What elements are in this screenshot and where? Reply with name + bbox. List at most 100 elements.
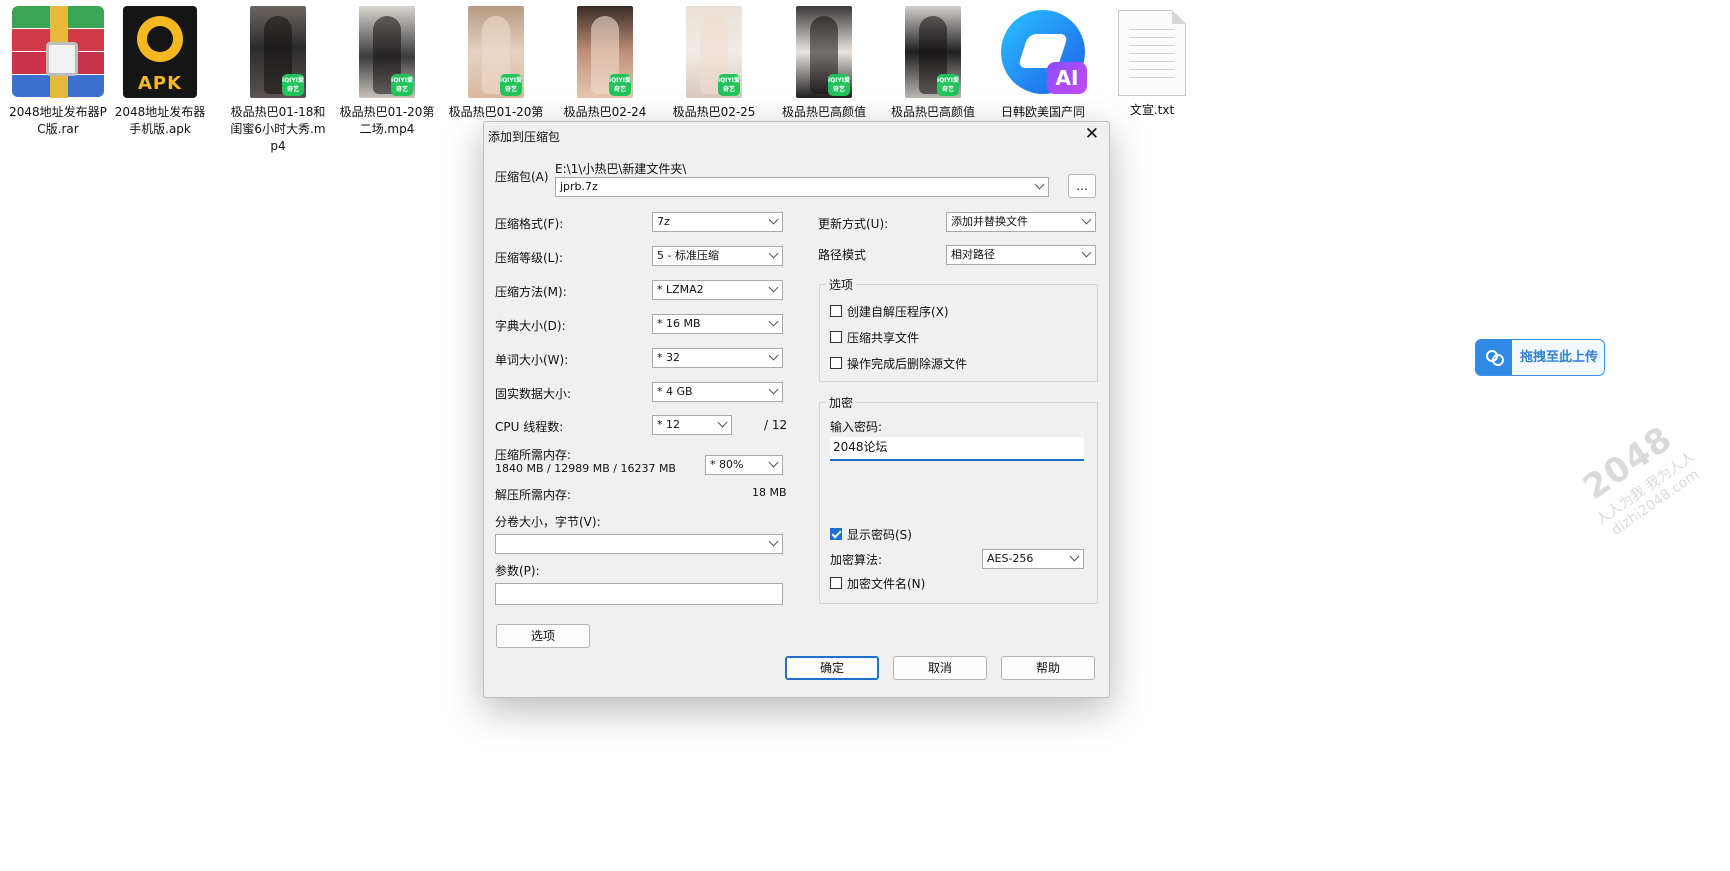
options-button[interactable]: 选项 xyxy=(496,624,590,648)
show-password-label: 显示密码(S) xyxy=(847,528,912,542)
archive-label: 压缩包(A) xyxy=(495,170,549,184)
file-video[interactable]: iQIYI爱奇艺 极品热巴01-20第一 xyxy=(446,6,546,138)
chevron-down-icon xyxy=(1081,247,1092,258)
chevron-down-icon xyxy=(768,536,779,547)
params-input[interactable] xyxy=(495,583,783,605)
file-label: 极品热巴01-20第二场.mp4 xyxy=(339,105,435,136)
sfx-label: 创建自解压程序(X) xyxy=(847,305,949,319)
apk-icon: APK xyxy=(123,6,197,98)
params-label: 参数(P): xyxy=(495,564,540,578)
solid-select[interactable]: * 4 GB xyxy=(652,382,783,402)
file-video[interactable]: iQIYI爱奇艺 极品热巴高颜值 xyxy=(883,6,983,121)
level-value: 5 - 标准压缩 xyxy=(657,249,719,262)
method-label: 压缩方法(M): xyxy=(495,285,567,299)
cpu-select[interactable]: * 12 xyxy=(652,415,732,435)
cpu-label: CPU 线程数: xyxy=(495,420,564,434)
chevron-down-icon xyxy=(768,384,779,395)
archive-name-combo[interactable]: jprb.7z xyxy=(555,177,1049,197)
mem-value: 1840 MB / 12989 MB / 16237 MB xyxy=(495,462,676,475)
video-thumbnail: iQIYI爱奇艺 xyxy=(250,6,306,98)
file-app[interactable]: AI 日韩欧美国产同 xyxy=(993,6,1093,121)
file-txt[interactable]: 文宣.txt xyxy=(1102,6,1202,119)
file-video[interactable]: iQIYI爱奇艺 极品热巴高颜值 xyxy=(774,6,874,121)
chevron-down-icon xyxy=(1081,214,1092,225)
text-file-icon xyxy=(1118,10,1186,96)
chevron-down-icon xyxy=(717,417,728,428)
chevron-down-icon xyxy=(1034,179,1045,190)
dict-label: 字典大小(D): xyxy=(495,319,566,333)
file-video[interactable]: iQIYI爱奇艺 极品热巴01-20第二场.mp4 xyxy=(337,6,437,138)
archive-name-value: jprb.7z xyxy=(560,180,598,193)
decomp-label: 解压所需内存: xyxy=(495,488,572,502)
cancel-button[interactable]: 取消 xyxy=(893,656,987,680)
delete-source-label: 操作完成后删除源文件 xyxy=(847,357,968,371)
update-select[interactable]: 添加并替换文件 xyxy=(946,212,1096,232)
apk-text: APK xyxy=(137,73,183,94)
file-video[interactable]: iQIYI爱奇艺 极品热巴02-24 xyxy=(555,6,655,121)
decomp-value: 18 MB xyxy=(752,486,787,499)
split-select[interactable] xyxy=(495,534,783,554)
file-video[interactable]: iQIYI爱奇艺 极品热巴01-18和闺蜜6小时大秀.mp4 xyxy=(228,6,328,155)
encrypt-names-checkbox[interactable] xyxy=(830,577,842,589)
encrypt-names-label: 加密文件名(N) xyxy=(847,577,926,591)
pathmode-select[interactable]: 相对路径 xyxy=(946,245,1096,265)
encryption-group-label: 加密 xyxy=(826,394,857,411)
mem-percent-select[interactable]: * 80% xyxy=(705,455,783,475)
iqiyi-icon: iQIYI爱奇艺 xyxy=(828,74,850,96)
file-label: 2048地址发布器PC版.rar xyxy=(9,105,107,136)
dict-select[interactable]: * 16 MB xyxy=(652,314,783,334)
mem-label: 压缩所需内存: xyxy=(495,448,572,462)
format-label: 压缩格式(F): xyxy=(495,217,564,231)
browse-button[interactable]: ... xyxy=(1068,174,1096,198)
file-apk[interactable]: APK 2048地址发布器手机版.apk xyxy=(110,6,210,138)
options-group: 选项 创建自解压程序(X) 压缩共享文件 操作完成后删除源文件 xyxy=(819,276,1098,382)
shared-label: 压缩共享文件 xyxy=(847,331,920,345)
level-label: 压缩等级(L): xyxy=(495,251,564,265)
cpu-total: / 12 xyxy=(764,418,788,432)
dialog-title: 添加到压缩包 xyxy=(488,130,561,144)
solid-label: 固实数据大小: xyxy=(495,387,572,401)
video-thumbnail: iQIYI爱奇艺 xyxy=(577,6,633,98)
dict-value: * 16 MB xyxy=(657,317,701,330)
method-select[interactable]: * LZMA2 xyxy=(652,280,783,300)
help-button[interactable]: 帮助 xyxy=(1001,656,1095,680)
video-thumbnail: iQIYI爱奇艺 xyxy=(468,6,524,98)
file-label: 极品热巴高颜值 xyxy=(890,105,975,119)
file-label: 极品热巴高颜值 xyxy=(781,105,866,119)
word-value: * 32 xyxy=(657,351,680,364)
iqiyi-icon: iQIYI爱奇艺 xyxy=(937,74,959,96)
cloud-upload-icon xyxy=(1476,340,1512,375)
enc-method-label: 加密算法: xyxy=(830,553,883,567)
file-video[interactable]: iQIYI爱奇艺 极品热巴02-25 xyxy=(664,6,764,121)
chevron-down-icon xyxy=(768,457,779,468)
ok-button[interactable]: 确定 xyxy=(785,656,879,680)
chevron-down-icon xyxy=(768,282,779,293)
archive-path: E:\1\小热巴\新建文件夹\ xyxy=(555,162,687,176)
chevron-down-icon xyxy=(768,214,779,225)
enc-method-value: AES-256 xyxy=(987,552,1034,565)
level-select[interactable]: 5 - 标准压缩 xyxy=(652,246,783,266)
show-password-checkbox[interactable] xyxy=(830,528,842,540)
format-select[interactable]: 7z xyxy=(652,212,783,232)
shared-checkbox[interactable] xyxy=(830,331,842,343)
watermark: 2048 人人为我 我为人人 dizhi2048.com xyxy=(1569,413,1708,542)
close-icon[interactable]: ✕ xyxy=(1085,124,1099,144)
delete-source-checkbox[interactable] xyxy=(830,357,842,369)
password-label: 输入密码: xyxy=(830,420,883,434)
update-label: 更新方式(U): xyxy=(818,217,889,231)
video-thumbnail: iQIYI爱奇艺 xyxy=(905,6,961,98)
password-input[interactable]: 2048论坛 xyxy=(830,437,1084,461)
encryption-group: 加密 输入密码: 2048论坛 显示密码(S) 加密算法: AES-256 加密… xyxy=(819,394,1098,604)
enc-method-select[interactable]: AES-256 xyxy=(982,549,1084,569)
solid-value: * 4 GB xyxy=(657,385,693,398)
sfx-checkbox[interactable] xyxy=(830,305,842,317)
file-label: 2048地址发布器手机版.apk xyxy=(114,105,206,136)
file-rar[interactable]: 2048地址发布器PC版.rar xyxy=(8,6,108,138)
chevron-down-icon xyxy=(768,248,779,259)
upload-label: 拖拽至此上传 xyxy=(1520,350,1599,365)
upload-drop-button[interactable]: 拖拽至此上传 xyxy=(1475,339,1605,376)
word-select[interactable]: * 32 xyxy=(652,348,783,368)
video-thumbnail: iQIYI爱奇艺 xyxy=(686,6,742,98)
file-label: 极品热巴01-18和闺蜜6小时大秀.mp4 xyxy=(230,105,326,153)
video-thumbnail: iQIYI爱奇艺 xyxy=(796,6,852,98)
